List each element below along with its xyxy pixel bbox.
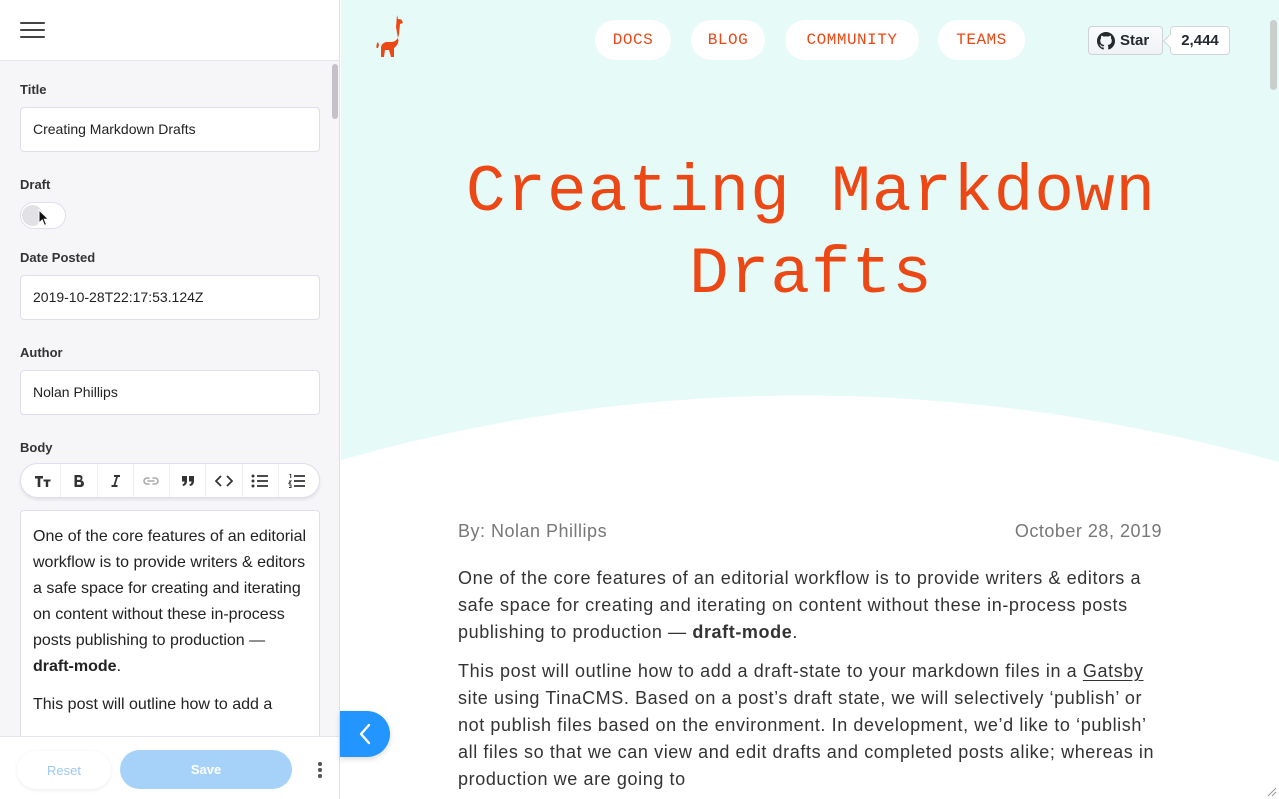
title-label: Title — [20, 82, 47, 97]
hamburger-menu-icon[interactable] — [20, 21, 45, 39]
resize-grip-icon[interactable] — [1265, 785, 1277, 797]
reset-button[interactable]: Reset — [17, 751, 111, 789]
date-input[interactable]: 2019-10-28T22:17:53.124Z — [20, 275, 320, 320]
body-editor[interactable]: One of the core features of an editorial… — [20, 510, 320, 750]
site-preview: DOCS BLOG COMMUNITY TEAMS Star 2,444 Cre… — [341, 0, 1279, 799]
gatsby-link[interactable]: Gatsby — [1083, 661, 1144, 681]
collapse-sidebar-button[interactable] — [340, 711, 390, 757]
github-star-label: Star — [1120, 32, 1150, 49]
cms-sidebar: Title Creating Markdown Drafts Draft Dat… — [0, 0, 340, 799]
italic-icon[interactable] — [98, 464, 134, 497]
sidebar-header — [0, 0, 339, 61]
post-author: By: Nolan Phillips — [458, 521, 608, 541]
save-button[interactable]: Save — [120, 750, 292, 789]
bullet-list-icon[interactable] — [243, 464, 279, 497]
github-icon — [1097, 31, 1115, 50]
toggle-knob — [22, 205, 43, 226]
body-toolbar — [20, 463, 320, 498]
post-date: October 28, 2019 — [1014, 521, 1162, 541]
nav-teams[interactable]: TEAMS — [938, 20, 1025, 60]
link-icon[interactable] — [134, 464, 170, 497]
body-paragraph-2: This post will outline how to add a — [33, 696, 273, 713]
heading-icon[interactable] — [25, 464, 62, 497]
date-label: Date Posted — [20, 250, 96, 265]
code-icon[interactable] — [206, 464, 243, 497]
author-input[interactable]: Nolan Phillips — [20, 370, 320, 415]
nav-docs[interactable]: DOCS — [595, 20, 671, 60]
body-paragraph-1: One of the core features of an editorial… — [33, 528, 307, 675]
draft-label: Draft — [20, 177, 51, 192]
github-star-count[interactable]: 2,444 — [1170, 26, 1230, 55]
title-input[interactable]: Creating Markdown Drafts — [20, 107, 320, 152]
article-body: One of the core features of an editorial… — [458, 565, 1162, 799]
sidebar-footer: Reset Save — [0, 736, 339, 799]
draft-toggle[interactable] — [20, 202, 66, 229]
article-paragraph-1: One of the core features of an editorial… — [458, 568, 1142, 642]
nav-blog[interactable]: BLOG — [691, 20, 765, 60]
ordered-list-icon[interactable] — [279, 464, 315, 497]
llama-logo-icon[interactable] — [375, 14, 407, 58]
sidebar-scrollbar[interactable] — [331, 61, 339, 736]
chevron-left-icon — [359, 723, 371, 745]
more-options-icon[interactable] — [312, 759, 328, 781]
sidebar-scrollbar-thumb[interactable] — [332, 64, 338, 119]
preview-scrollbar-thumb[interactable] — [1270, 20, 1277, 90]
hero-title: Creating Markdown Drafts — [465, 155, 1157, 312]
author-label: Author — [20, 345, 63, 360]
article-paragraph-2: This post will outline how to add a draf… — [458, 661, 1155, 789]
nav-community[interactable]: COMMUNITY — [785, 20, 919, 60]
bold-icon[interactable] — [61, 464, 98, 497]
quote-icon[interactable] — [170, 464, 207, 497]
github-star-button[interactable]: Star — [1088, 26, 1163, 55]
body-label: Body — [20, 440, 53, 455]
